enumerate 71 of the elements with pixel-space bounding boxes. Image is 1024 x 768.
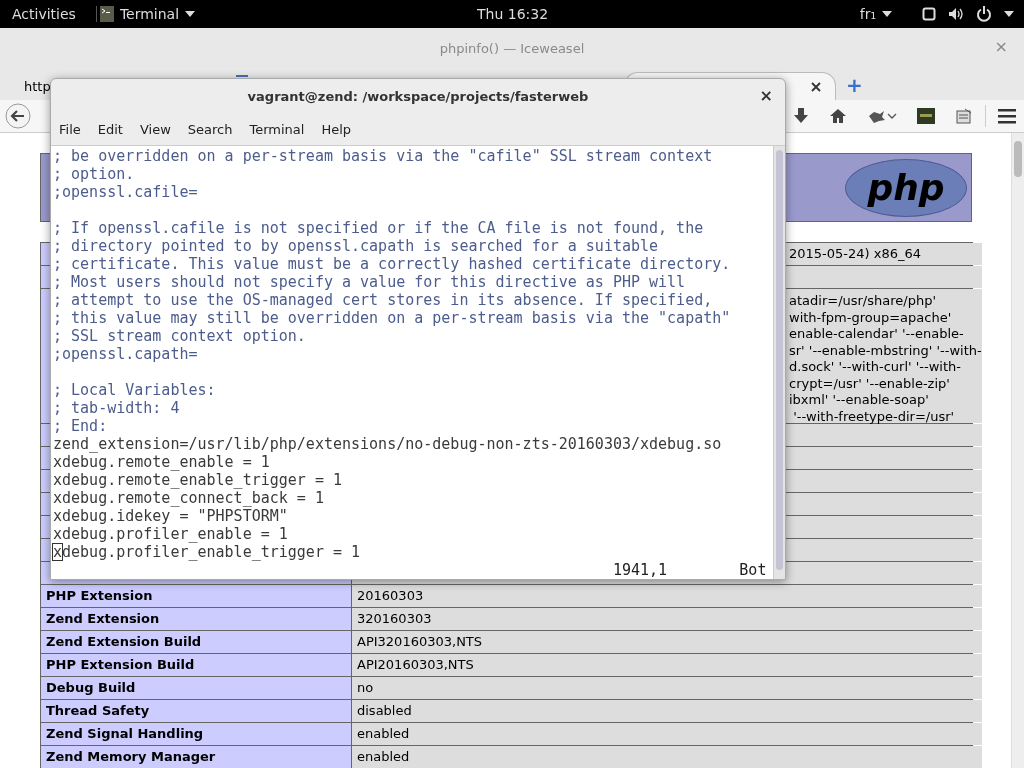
- comment-line: ; be overridden on a per-stream basis via the "cafile" SSL stream context: [53, 147, 713, 165]
- table-cell: 320160303: [352, 608, 982, 630]
- config-line: xdebug.remote_connect_back = 1: [53, 489, 324, 507]
- table-cell: no: [352, 677, 982, 699]
- comment-line: ; tab-width: 4: [53, 399, 180, 417]
- config-line: xdebug.idekey = "PHPSTORM": [53, 507, 288, 525]
- browser-tab[interactable]: http: [24, 78, 51, 94]
- clock[interactable]: Thu 16:32: [477, 6, 549, 22]
- caret-icon: [882, 11, 892, 17]
- scrollbar[interactable]: [1011, 133, 1024, 768]
- power-icon: [976, 6, 992, 22]
- new-tab-button[interactable]: +: [846, 73, 863, 97]
- cursor-position: 1941,1: [612, 561, 668, 579]
- comment-line: ; Most users should not specify a value for this directive as PHP will: [53, 273, 686, 291]
- menu-item[interactable]: Edit: [97, 121, 129, 137]
- menu-item[interactable]: Search: [187, 121, 239, 137]
- php-logo: php: [845, 158, 967, 217]
- table-cell: enabled: [352, 746, 982, 768]
- table-cell: PHP Extension: [41, 585, 351, 607]
- table-cell: API320160303,NTS: [352, 631, 982, 653]
- config-line: xdebug.remote_enable_trigger = 1: [53, 471, 342, 489]
- table-cell: API20160303,NTS: [352, 654, 982, 676]
- menu-item[interactable]: View: [139, 121, 177, 137]
- table-cell: Thread Safety: [41, 700, 351, 722]
- table-cell: Zend Signal Handling: [41, 723, 351, 745]
- comment-line: ;openssl.cafile=: [53, 183, 198, 201]
- comment-line: ; SSL stream context option.: [53, 327, 306, 345]
- input-source-menu[interactable]: fr₁: [856, 6, 892, 22]
- window-title: vagrant@zend: /workspace/projects/fasterweb: [247, 88, 589, 104]
- comment-line: ; option.: [53, 165, 135, 183]
- scroll-position: Bot: [739, 561, 767, 579]
- config-line: xdebug.remote_enable = 1: [53, 453, 270, 471]
- tab-close-icon[interactable]: [811, 81, 821, 92]
- menu-item[interactable]: Terminal: [249, 121, 311, 137]
- window-icon: [922, 7, 936, 21]
- comment-line: ; If openssl.cafile is not specified or if the CA file is not found, the: [53, 219, 704, 237]
- home-icon[interactable]: [829, 108, 847, 124]
- comment-line: ; attempt to use the OS-managed cert stores in its absence. If specified,: [53, 291, 713, 309]
- activities-button[interactable]: Activities: [12, 6, 76, 22]
- comment-line: ; End:: [53, 417, 108, 435]
- addon-menu-icon[interactable]: [867, 109, 897, 123]
- comment-line: ;openssl.capath=: [53, 345, 198, 363]
- comment-line: ; Local Variables:: [53, 381, 216, 399]
- table-cell: 20160303: [352, 585, 982, 607]
- terminal-icon: [99, 6, 114, 22]
- menu-icon[interactable]: [998, 108, 1016, 124]
- back-button[interactable]: [5, 103, 31, 129]
- table-cell: enabled: [352, 723, 982, 745]
- window-title: phpinfo() — Iceweasel: [439, 40, 585, 56]
- caret-icon: [1004, 11, 1014, 17]
- configure-command: atadir=/usr/share/php' with-fpm-group=apache' enable-calendar' '--enable- sr' '--enable-mbstring' '--with- d.sock' '--with-curl' '--with- crypt=/usr' '--enable-zip' ibxml' '--enable-soap' '--with-freetype-dir=/usr': [789, 292, 982, 425]
- volume-icon: [948, 7, 964, 21]
- table-cell: PHP Extension Build: [41, 654, 351, 676]
- menu-item[interactable]: File: [59, 121, 87, 137]
- extension-icon[interactable]: [917, 108, 935, 124]
- caret-icon: [185, 11, 196, 17]
- table-cell: Zend Extension Build: [41, 631, 351, 653]
- table-cell: Zend Extension: [41, 608, 351, 630]
- config-line: xdebug.profiler_enable = 1: [53, 525, 288, 543]
- system-menu[interactable]: [922, 6, 1014, 22]
- app-menu[interactable]: Terminal: [95, 6, 196, 22]
- menu-item[interactable]: Help: [321, 121, 358, 137]
- config-line: zend_extension=/usr/lib/php/extensions/no-debug-non-zts-20160303/xdebug.so: [53, 435, 722, 453]
- close-button[interactable]: ×: [759, 86, 773, 105]
- download-icon[interactable]: [793, 107, 809, 125]
- table-cell: Zend Memory Manager: [41, 746, 351, 768]
- comment-line: ; this value may still be overridden on a per-stream basis via the "capath": [53, 309, 731, 327]
- scrollbar[interactable]: [773, 146, 785, 579]
- table-cell: Debug Build: [41, 677, 351, 699]
- clipboard-icon[interactable]: [955, 108, 973, 124]
- table-cell: disabled: [352, 700, 982, 722]
